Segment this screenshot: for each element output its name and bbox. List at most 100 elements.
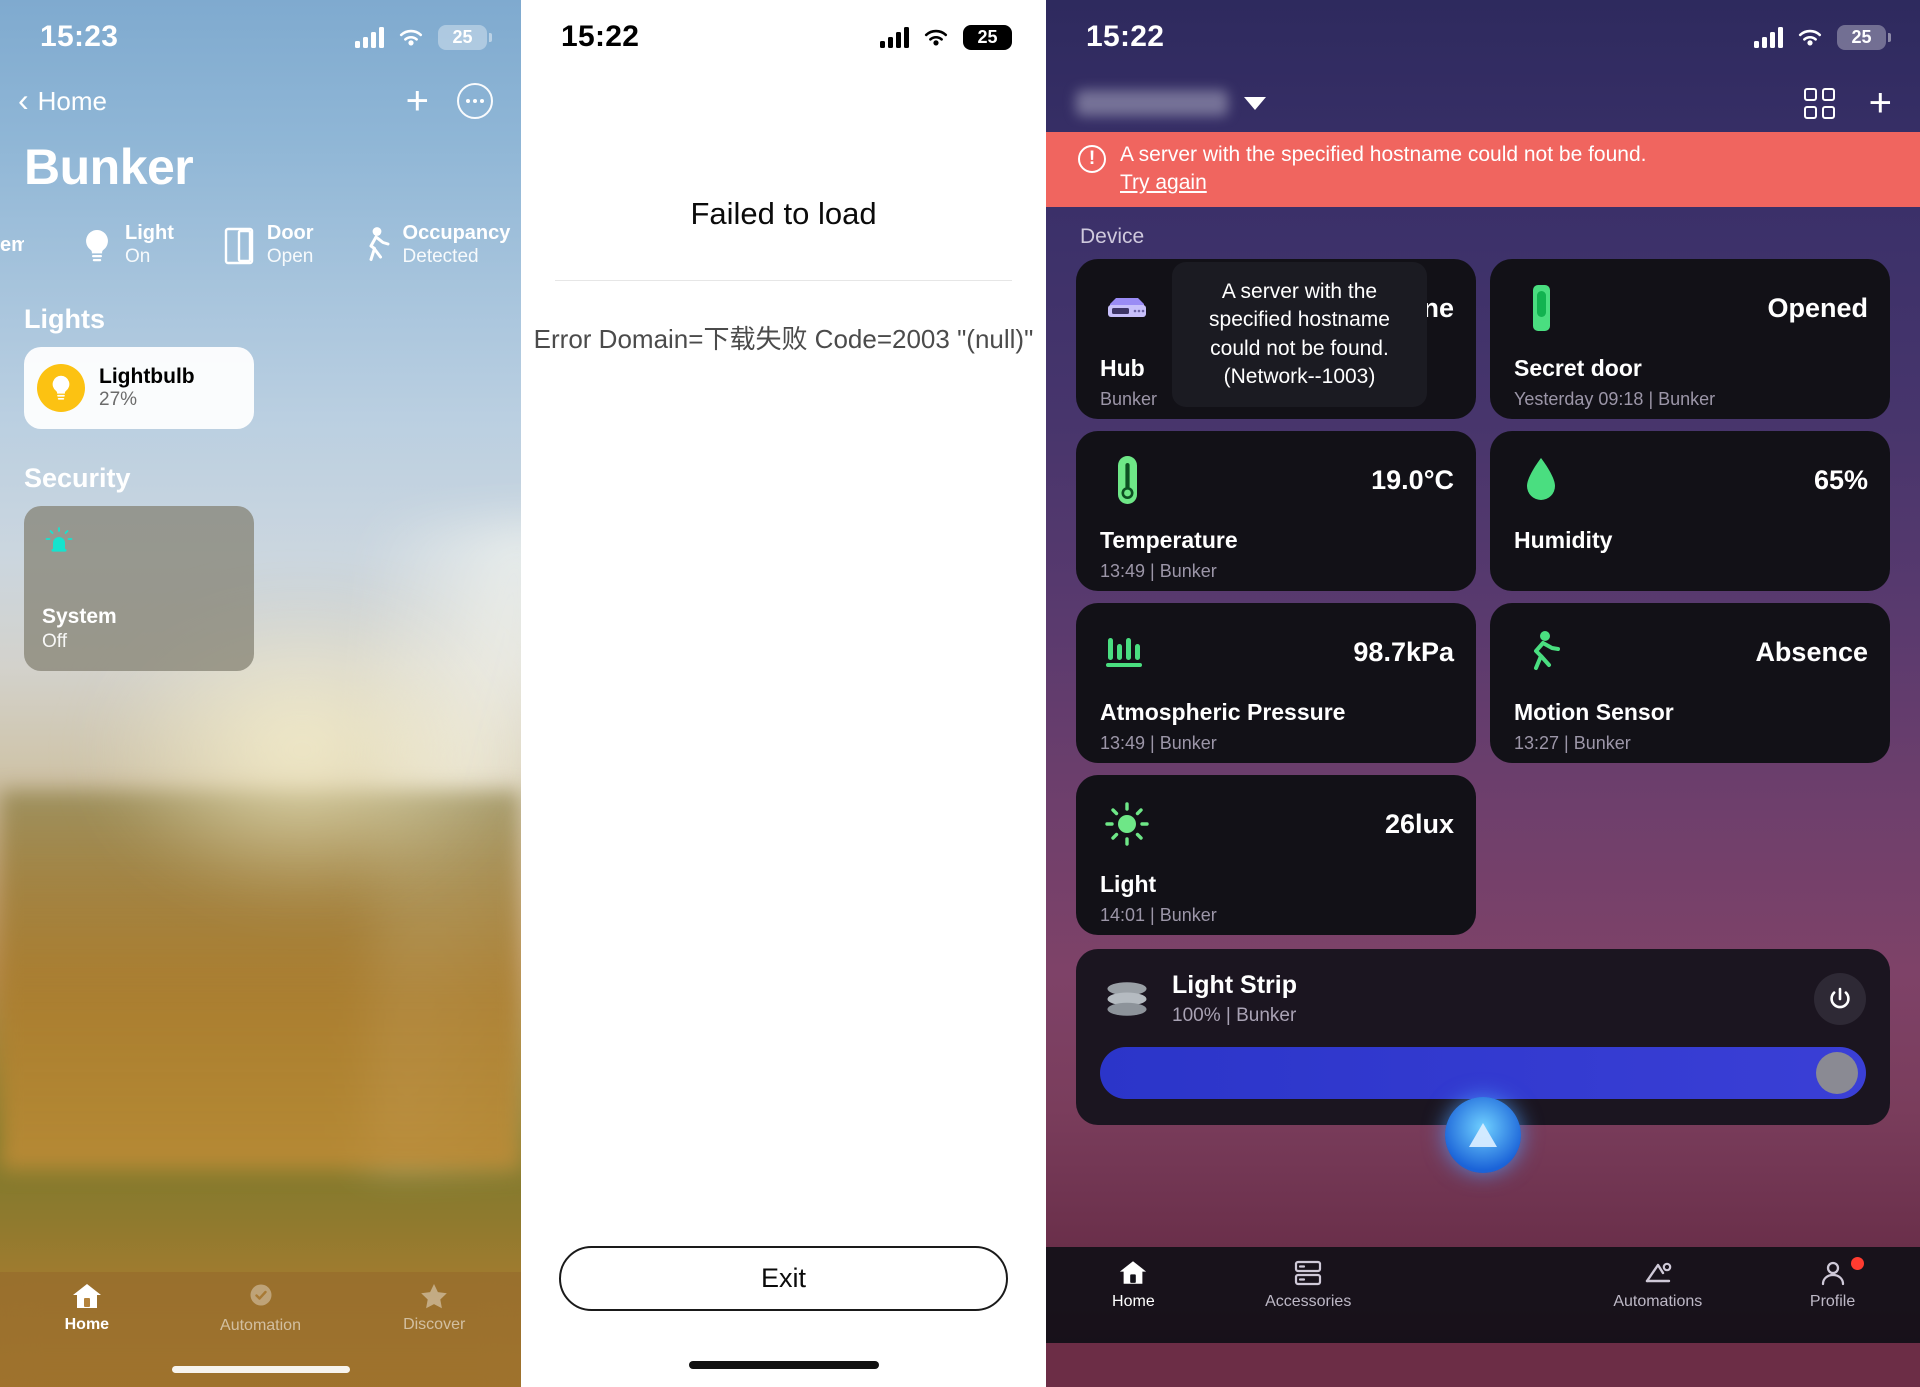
cellular-signal-icon <box>880 26 909 48</box>
exit-button[interactable]: Exit <box>559 1246 1008 1311</box>
panel3-tab-bar: Home Accessories Automations Profile <box>1046 1097 1920 1343</box>
home-indicator <box>688 1361 879 1369</box>
chip-label-2: Door <box>266 222 314 244</box>
panel1-tab-bar: Home Automation Discover <box>0 1272 521 1387</box>
brightness-slider[interactable] <box>1100 1047 1866 1100</box>
device-name: Secret door <box>1514 355 1642 382</box>
try-again-link[interactable]: Try again <box>1120 169 1207 197</box>
device-name: Light <box>1100 871 1157 898</box>
device-meta: 100% | Bunker <box>1172 1005 1297 1027</box>
thermometer-icon <box>1100 453 1154 507</box>
wifi-icon <box>399 29 423 45</box>
status-chip-door[interactable]: Door Open <box>222 222 314 270</box>
device-value: 19.0°C <box>1371 464 1454 495</box>
power-toggle-button[interactable] <box>1814 973 1866 1026</box>
status-time: 15:22 <box>1086 20 1165 53</box>
device-meta: Yesterday 09:18 | Bunker <box>1514 389 1716 410</box>
home-indicator <box>171 1366 350 1373</box>
door-icon <box>224 227 254 265</box>
status-chip-occupancy[interactable]: Occupancy Detected <box>360 222 511 270</box>
tab-label: Home <box>1112 1293 1155 1310</box>
tab-label: Accessories <box>1265 1293 1352 1310</box>
status-time: 15:23 <box>40 20 119 53</box>
tab-automations[interactable]: Automations <box>1570 1259 1745 1311</box>
device-meta: 13:49 | Bunker <box>1100 561 1217 582</box>
error-banner-message: A server with the specified hostname cou… <box>1120 143 1647 166</box>
device-name: Atmospheric Pressure <box>1100 699 1346 726</box>
battery-indicator: 25 <box>438 24 492 50</box>
device-card-temperature[interactable]: 19.0°C Temperature 13:49 | Bunker <box>1076 431 1476 592</box>
more-options-button[interactable] <box>457 83 493 119</box>
tab-discover[interactable]: Discover <box>347 1282 521 1334</box>
device-value: 26lux <box>1384 808 1454 839</box>
chip-label-3: Occupancy <box>402 222 511 244</box>
brightness-sun-icon <box>1100 797 1154 851</box>
tab-label: Automations <box>1613 1293 1703 1310</box>
warning-circle-icon: ! <box>1078 145 1106 173</box>
star-icon <box>421 1284 447 1309</box>
slider-knob[interactable] <box>1816 1052 1858 1095</box>
home-selector-dropdown[interactable] <box>1076 90 1266 116</box>
tab-profile[interactable]: Profile <box>1745 1257 1920 1311</box>
divider <box>555 280 1012 281</box>
device-value: Absence <box>1755 636 1868 667</box>
tab-label: Profile <box>1809 1293 1856 1310</box>
device-name: Light Strip <box>1172 971 1297 1000</box>
device-card-motion-sensor[interactable]: Absence Motion Sensor 13:27 | Bunker <box>1490 603 1890 764</box>
home-name-redacted <box>1076 90 1228 116</box>
three-panel-screenshot: 15:23 25 ‹ Home + Bunker em Light On Doo… <box>0 0 1920 1387</box>
device-name: Motion Sensor <box>1514 699 1674 726</box>
wifi-icon <box>924 29 948 45</box>
chip-label-1: Light <box>125 222 174 244</box>
panel-error-page: 15:22 25 Failed to load Error Domain=下载失… <box>521 0 1046 1387</box>
chevron-left-icon: ‹ <box>18 81 29 118</box>
device-value: 98.7kPa <box>1353 636 1454 667</box>
battery-level: 25 <box>452 26 473 47</box>
accessory-value: 27% <box>99 389 138 411</box>
battery-level: 25 <box>977 26 998 47</box>
walking-person-icon <box>369 226 390 261</box>
panel2-status-bar: 15:22 25 <box>521 0 1046 74</box>
assistant-orb-icon[interactable] <box>1444 1097 1521 1173</box>
error-tooltip: A server with the specified hostname cou… <box>1172 262 1427 408</box>
chevron-down-icon <box>1244 96 1266 110</box>
add-device-button[interactable]: + <box>1869 83 1892 123</box>
section-label-device: Device <box>1080 225 1145 249</box>
device-card-pressure[interactable]: 98.7kPa Atmospheric Pressure 13:49 | Bun… <box>1076 603 1476 764</box>
panel3-status-bar: 15:22 25 <box>1046 0 1920 74</box>
back-button[interactable]: ‹ Home <box>18 81 108 118</box>
tab-automation[interactable]: Automation <box>174 1282 348 1335</box>
wifi-icon <box>1798 29 1822 45</box>
section-title-lights: Lights <box>24 303 105 334</box>
accessory-card-system[interactable]: System Off <box>24 505 254 671</box>
tab-home[interactable]: Home <box>1046 1259 1221 1311</box>
add-accessory-button[interactable]: + <box>406 81 429 121</box>
device-card-secret-door[interactable]: Opened Secret door Yesterday 09:18 | Bun… <box>1490 259 1890 420</box>
chip-state-2: Open <box>266 246 314 267</box>
accessory-name: Lightbulb <box>99 365 195 389</box>
device-name: Temperature <box>1100 527 1238 554</box>
device-card-light-sensor[interactable]: 26lux Light 14:01 | Bunker <box>1076 775 1476 936</box>
door-sensor-icon <box>1514 281 1568 335</box>
power-icon <box>1830 988 1850 1009</box>
humidity-drop-icon <box>1514 453 1568 507</box>
cellular-signal-icon <box>355 26 384 48</box>
accessory-value: Off <box>42 630 67 652</box>
tab-accessories[interactable]: Accessories <box>1221 1259 1396 1311</box>
alarm-siren-icon <box>45 526 73 552</box>
back-label: Home <box>37 85 108 116</box>
page-title: Bunker <box>24 139 194 195</box>
status-chip-clipped[interactable]: em <box>0 234 24 257</box>
motion-runner-icon <box>1514 625 1568 679</box>
accessory-name: System <box>42 604 117 628</box>
chip-state-3: Detected <box>402 246 479 267</box>
panel3-footer-strip <box>1046 1343 1920 1387</box>
status-chip-light[interactable]: Light On <box>80 222 174 270</box>
chip-label-0: em <box>0 234 24 257</box>
lightbulb-icon <box>52 375 70 400</box>
section-title-security: Security <box>24 462 131 493</box>
device-card-humidity[interactable]: 65% Humidity <box>1490 431 1890 592</box>
grid-view-button[interactable] <box>1803 87 1835 119</box>
accessory-card-lightbulb[interactable]: Lightbulb 27% <box>24 346 254 429</box>
tab-home[interactable]: Home <box>0 1282 174 1334</box>
